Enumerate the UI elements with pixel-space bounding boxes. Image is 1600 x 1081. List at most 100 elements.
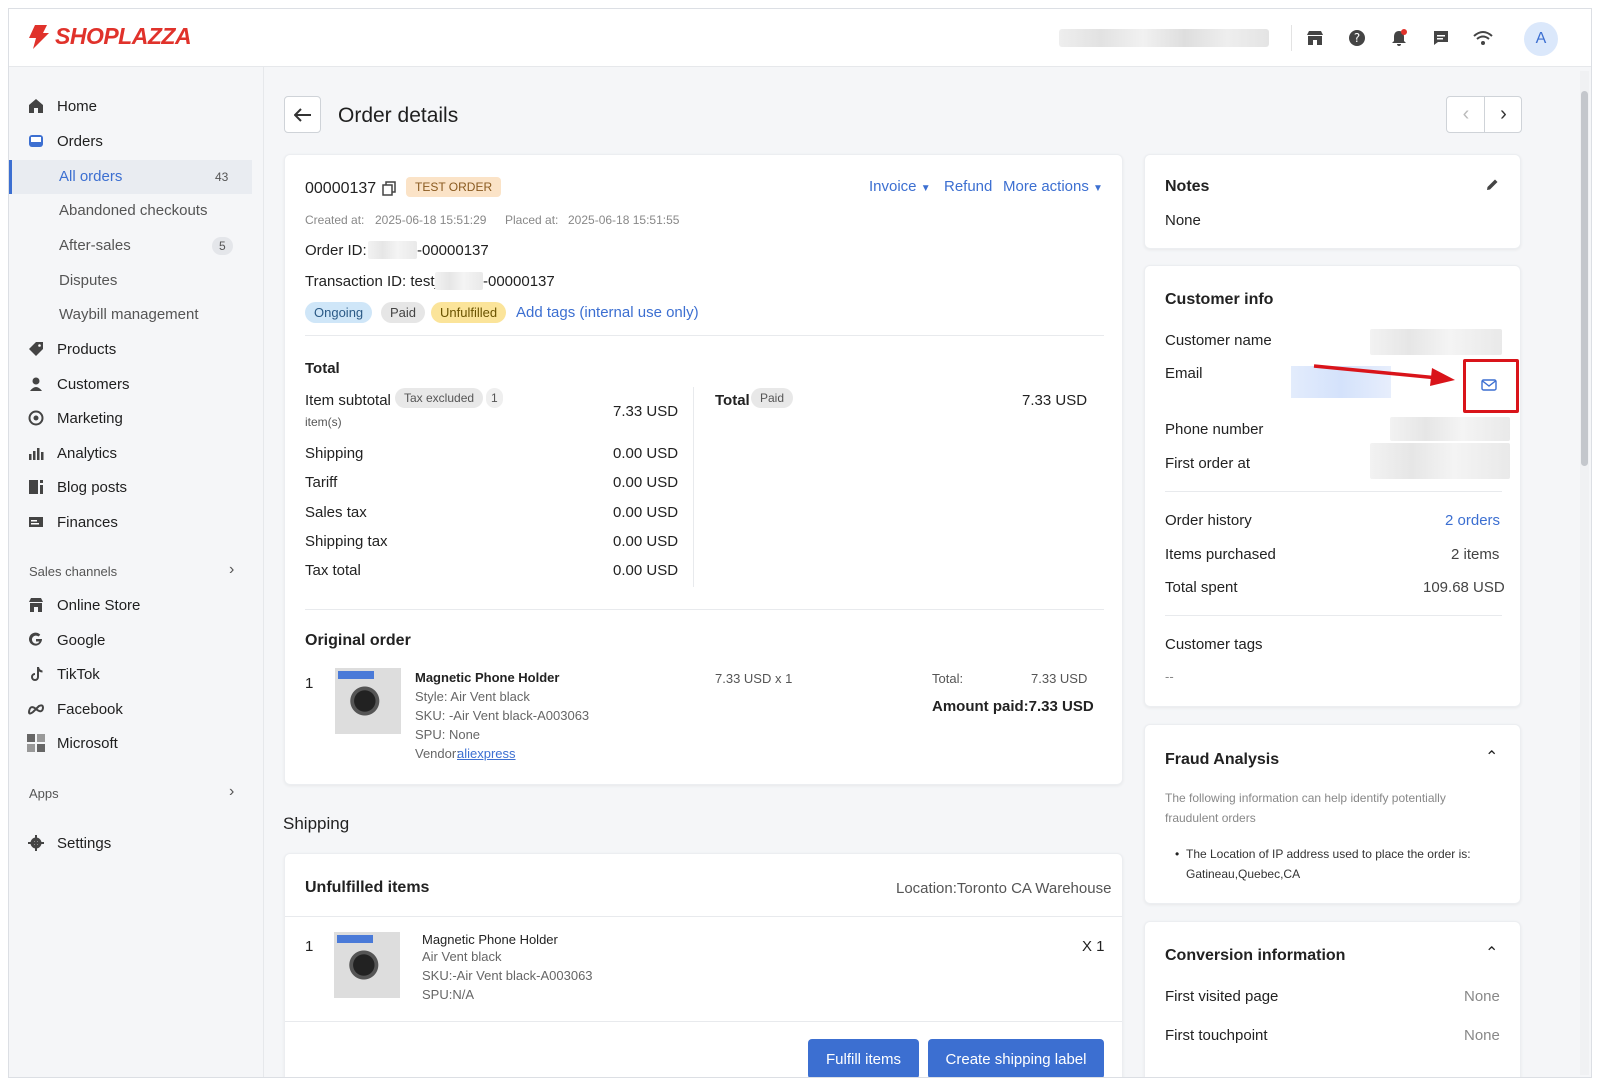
sidebar-item-label: Online Store <box>57 596 141 614</box>
chevron-right-icon[interactable]: › <box>229 561 234 579</box>
chevron-up-icon[interactable]: ⌃ <box>1485 943 1498 963</box>
sales-tax-value: 0.00 USD <box>613 504 679 521</box>
fraud-ip-text: The Location of IP address used to place… <box>1186 847 1471 861</box>
phone-label: Phone number <box>1165 421 1264 438</box>
sidebar-item-microsoft[interactable]: Microsoft <box>27 734 118 752</box>
sidebar-item-customers[interactable]: Customers <box>27 375 130 393</box>
sidebar-item-google[interactable]: Google <box>27 631 105 649</box>
main-content: Order details ‹ › 00000137 TEST ORDER In… <box>264 67 1591 1077</box>
grand-total-value: 7.33 USD <box>1022 392 1088 409</box>
invoice-dropdown[interactable]: Invoice ▼ <box>869 178 931 195</box>
sidebar-item-abandoned-checkouts[interactable]: Abandoned checkouts <box>59 202 207 219</box>
back-button[interactable] <box>284 96 321 133</box>
item-count-unit: item(s) <box>305 415 342 429</box>
chevron-right-icon[interactable]: › <box>229 783 234 801</box>
shipping-tax-value: 0.00 USD <box>613 533 679 550</box>
order-id-suffix: -00000137 <box>417 242 489 259</box>
bar-chart-icon <box>27 444 45 462</box>
sidebar-item-orders[interactable]: Orders <box>27 132 103 150</box>
next-order-button[interactable]: › <box>1485 97 1522 132</box>
first-order-redacted <box>1370 443 1510 479</box>
sidebar-item-settings[interactable]: Settings <box>27 834 111 852</box>
shipping-value: 0.00 USD <box>613 445 679 462</box>
sidebar-item-disputes[interactable]: Disputes <box>59 272 117 289</box>
total-heading: Total <box>305 360 340 377</box>
sidebar-item-finances[interactable]: Finances <box>27 513 118 531</box>
avatar[interactable]: A <box>1524 22 1558 56</box>
first-touchpoint-label: First touchpoint <box>1165 1027 1268 1044</box>
item-count-badge: 1 <box>486 388 503 408</box>
shoplazza-logo-icon <box>29 24 49 49</box>
sidebar-item-tiktok[interactable]: TikTok <box>27 665 100 683</box>
page-title: Order details <box>338 104 459 127</box>
sidebar-item-label: Customers <box>57 375 130 393</box>
divider <box>305 609 1104 610</box>
store-name-redacted[interactable] <box>1059 29 1269 47</box>
line-total-label: Total: <box>932 671 964 686</box>
sidebar-item-waybill-management[interactable]: Waybill management <box>59 306 199 323</box>
sidebar-item-analytics[interactable]: Analytics <box>27 444 117 462</box>
product-name[interactable]: Magnetic Phone Holder <box>415 670 559 685</box>
edit-icon[interactable] <box>1485 178 1499 197</box>
wifi-icon[interactable] <box>1472 27 1494 49</box>
person-icon <box>27 375 45 393</box>
product-spu: SPU: None <box>415 727 481 742</box>
more-actions-dropdown[interactable]: More actions ▼ <box>1003 178 1103 195</box>
product-image[interactable] <box>334 932 400 998</box>
annotation-arrow-icon <box>1313 364 1455 386</box>
divider <box>1291 25 1292 51</box>
divider <box>285 916 1122 917</box>
location: Location:Toronto CA Warehouse <box>896 880 1112 897</box>
apps-heading[interactable]: Apps <box>29 786 59 801</box>
bell-icon[interactable] <box>1388 27 1410 49</box>
sidebar-item-blog-posts[interactable]: Blog posts <box>27 478 127 496</box>
sidebar-item-label: Home <box>57 97 98 115</box>
shipping-label: Shipping <box>305 445 364 462</box>
image-label <box>337 935 373 943</box>
quantity: X 1 <box>1082 938 1105 955</box>
add-tags-link[interactable]: Add tags (internal use only) <box>516 304 699 321</box>
copy-icon[interactable] <box>382 181 396 201</box>
customer-tags-label: Customer tags <box>1165 636 1263 653</box>
transaction-id-suffix: -00000137 <box>483 273 555 290</box>
fulfill-items-button[interactable]: Fulfill items <box>808 1039 919 1077</box>
mail-icon[interactable] <box>1481 378 1497 396</box>
tax-total-value: 0.00 USD <box>613 562 679 579</box>
customer-info-heading: Customer info <box>1165 291 1274 308</box>
first-visited-page-label: First visited page <box>1165 988 1279 1005</box>
email-label: Email <box>1165 365 1203 382</box>
sidebar-item-home[interactable]: Home <box>27 97 97 115</box>
store-icon[interactable] <box>1304 27 1326 49</box>
chevron-up-icon[interactable]: ⌃ <box>1485 747 1498 767</box>
product-name[interactable]: Magnetic Phone Holder <box>422 932 558 947</box>
order-history-link[interactable]: 2 orders <box>1445 512 1500 529</box>
sidebar-item-after-sales[interactable]: After-sales <box>59 237 131 254</box>
test-order-badge: TEST ORDER <box>406 177 502 197</box>
microsoft-icon <box>27 734 45 752</box>
sales-channels-heading[interactable]: Sales channels <box>29 564 117 579</box>
orders-icon <box>27 132 45 150</box>
product-sku: SKU:-Air Vent black-A003063 <box>422 968 593 983</box>
fraud-ip-location: Gatineau,Quebec,CA <box>1186 867 1301 881</box>
sidebar-item-online-store[interactable]: Online Store <box>27 596 140 614</box>
chat-icon[interactable] <box>1430 27 1452 49</box>
divider <box>693 387 694 587</box>
vendor-link[interactable]: aliexpress <box>457 746 516 761</box>
refund-link[interactable]: Refund <box>944 178 992 195</box>
sidebar-item-label: Blog posts <box>57 478 128 496</box>
scrollbar[interactable] <box>1580 71 1589 1075</box>
item-subtotal-label: Item subtotal <box>305 392 391 409</box>
product-image[interactable] <box>335 668 401 734</box>
sidebar-item-all-orders-label[interactable]: All orders <box>59 168 122 185</box>
prev-order-button[interactable]: ‹ <box>1447 97 1485 132</box>
brand-logo[interactable]: SHOPLAZZA <box>27 23 192 50</box>
sidebar-item-facebook[interactable]: Facebook <box>27 700 123 718</box>
help-icon[interactable]: ? <box>1346 27 1368 49</box>
scrollbar-thumb[interactable] <box>1581 91 1588 466</box>
create-shipping-label-button[interactable]: Create shipping label <box>928 1039 1104 1077</box>
fraud-heading: Fraud Analysis <box>1165 751 1280 768</box>
sidebar-item-products[interactable]: Products <box>27 340 116 358</box>
sidebar-item-marketing[interactable]: Marketing <box>27 409 123 427</box>
placed-at-value: 2025-06-18 15:51:55 <box>568 213 680 227</box>
order-history-label: Order history <box>1165 512 1252 529</box>
